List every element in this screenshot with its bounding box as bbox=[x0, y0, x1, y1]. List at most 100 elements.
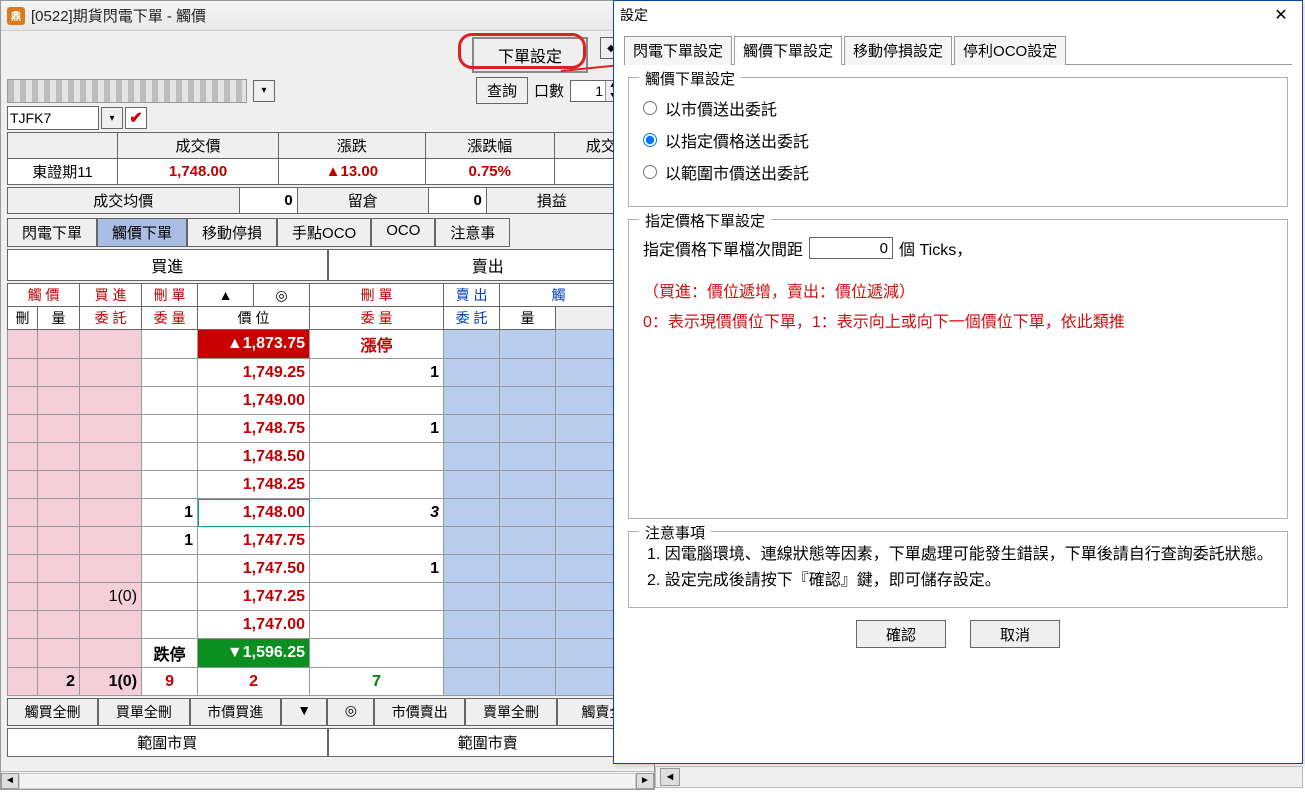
note-2: 2. 設定完成後請按下『確認』鍵，即可儲存設定。 bbox=[647, 568, 1273, 594]
query-button[interactable]: 查詢 bbox=[476, 77, 528, 104]
ladder-row[interactable]: 1,747.00 bbox=[8, 611, 660, 639]
col-trigger-price: 觸 價 bbox=[8, 284, 80, 307]
buy-header[interactable]: 買進 bbox=[7, 249, 328, 281]
btn-center-icon[interactable]: ◎ bbox=[327, 698, 374, 726]
symbol-name-header bbox=[8, 133, 118, 159]
note-1: 1. 因電腦環境、連線狀態等因素，下單處理可能發生錯誤，下單後請自行查詢委託狀態… bbox=[647, 542, 1273, 568]
dlg-tab-trigger[interactable]: 觸價下單設定 bbox=[734, 36, 842, 65]
hint-text-1: （買進：價位遞增，賣出：價位遞減） bbox=[643, 278, 1273, 302]
col-del: 刪 bbox=[8, 307, 38, 330]
col-price: 價 位 bbox=[198, 307, 310, 330]
ladder-row[interactable]: 1(0)1,747.25 bbox=[8, 583, 660, 611]
qty-input[interactable] bbox=[571, 81, 605, 101]
cancel-button[interactable]: 取消 bbox=[970, 620, 1060, 648]
qty-label: 口數 bbox=[534, 80, 564, 101]
radio-market[interactable]: 以市價送出委託 bbox=[643, 96, 1273, 120]
col-del-qty2: 委 量 bbox=[310, 307, 444, 330]
radio-limit-input[interactable] bbox=[643, 133, 657, 147]
ladder-row[interactable]: 1,748.25 bbox=[8, 471, 660, 499]
tab-flash[interactable]: 閃電下單 bbox=[7, 218, 97, 247]
col-s-qty: 量 bbox=[500, 307, 556, 330]
col-qty: 量 bbox=[38, 307, 80, 330]
radio-limit[interactable]: 以指定價格送出委託 bbox=[643, 128, 1273, 152]
dlg-tab-flash[interactable]: 閃電下單設定 bbox=[624, 36, 732, 65]
price-ladder: 觸 價 買 進 刪 單 ▲ ◎ 刪 單 賣 出 觸 刪 量 委 託 委 量 價 … bbox=[7, 283, 660, 696]
bottom-scrollbar[interactable]: ◄ bbox=[655, 766, 1303, 788]
scroll-left-icon[interactable]: ◄ bbox=[1, 773, 19, 789]
col-up[interactable]: ▲ bbox=[198, 284, 254, 307]
ticks-label-post: 個 Ticks， bbox=[899, 236, 972, 260]
close-icon[interactable]: ✕ bbox=[1266, 4, 1296, 26]
btn-del-all-trigger-buy[interactable]: 觸買全刪 bbox=[7, 698, 98, 726]
app-icon: 鼎 bbox=[7, 7, 25, 25]
btn-down-icon[interactable]: ▼ bbox=[281, 698, 328, 726]
group2-title: 指定價格下單設定 bbox=[639, 210, 771, 231]
quote-table: 成交價 漲跌 漲跌幅 成交 東證期11 1,748.00 ▲13.00 0.75… bbox=[7, 132, 648, 185]
btn-del-all-buy[interactable]: 買單全刪 bbox=[98, 698, 189, 726]
ladder-row[interactable]: 1,749.00 bbox=[8, 387, 660, 415]
ladder-row[interactable]: 1,748.751 bbox=[8, 415, 660, 443]
order-settings-button[interactable]: 下單設定 bbox=[472, 37, 588, 73]
window-title: [0522]期貨閃電下單 - 觸價 bbox=[31, 5, 206, 26]
pos-cell: 0 bbox=[428, 188, 486, 214]
ladder-row[interactable]: 1,749.251 bbox=[8, 359, 660, 387]
tab-manual-oco[interactable]: 手點OCO bbox=[277, 218, 371, 247]
ok-button[interactable]: 確認 bbox=[856, 620, 946, 648]
col-buy-order: 委 託 bbox=[80, 307, 142, 330]
notice-groupbox: 注意事項 1. 因電腦環境、連線狀態等因素，下單處理可能發生錯誤，下單後請自行查… bbox=[628, 531, 1288, 608]
btn-range-sell[interactable]: 範圍市賣 bbox=[328, 728, 649, 757]
tab-trail[interactable]: 移動停損 bbox=[187, 218, 277, 247]
ladder-row[interactable]: ▲1,873.75漲停 bbox=[8, 330, 660, 359]
change-header: 漲跌 bbox=[279, 133, 426, 159]
ladder-row[interactable]: 11,748.003 bbox=[8, 499, 660, 527]
tab-oco[interactable]: OCO bbox=[371, 218, 435, 247]
account-dropdown-icon[interactable]: ▾ bbox=[253, 80, 275, 102]
horizontal-scrollbar[interactable]: ◄ ► bbox=[1, 771, 654, 789]
col-sell: 賣 出 bbox=[444, 284, 500, 307]
pnl-header: 損益 bbox=[486, 188, 617, 214]
price-cell: 1,748.00 bbox=[118, 159, 279, 185]
btn-del-all-sell[interactable]: 賣單全刪 bbox=[465, 698, 556, 726]
symbol-input[interactable] bbox=[7, 106, 99, 130]
radio-range[interactable]: 以範圍市價送出委託 bbox=[643, 160, 1273, 184]
avg-cell: 0 bbox=[239, 188, 297, 214]
limit-price-groupbox: 指定價格下單設定 指定價格下單檔次間距 個 Ticks， （買進：價位遞增，賣出… bbox=[628, 219, 1288, 519]
col-center[interactable]: ◎ bbox=[254, 284, 310, 307]
tab-notice[interactable]: 注意事 bbox=[435, 218, 510, 247]
btn-range-buy[interactable]: 範圍市買 bbox=[7, 728, 328, 757]
col-buy: 買 進 bbox=[80, 284, 142, 307]
ladder-row[interactable]: 11,747.75 bbox=[8, 527, 660, 555]
ladder-row[interactable]: 1,748.50 bbox=[8, 443, 660, 471]
btn-market-sell[interactable]: 市價賣出 bbox=[374, 698, 465, 726]
avg-header: 成交均價 bbox=[8, 188, 240, 214]
symbol-dropdown-icon[interactable]: ▾ bbox=[101, 107, 123, 129]
dlg-tab-oco[interactable]: 停利OCO設定 bbox=[954, 36, 1066, 65]
changepct-header: 漲跌幅 bbox=[425, 133, 554, 159]
radio-market-input[interactable] bbox=[643, 101, 657, 115]
titlebar: 鼎 [0522]期貨閃電下單 - 觸價 bbox=[1, 1, 654, 31]
symbol-confirm-icon[interactable]: ✔ bbox=[125, 107, 147, 129]
hint-text-2: 0：表示現價價位下單，1：表示向上或向下一個價位下單，依此類推 bbox=[643, 308, 1273, 332]
change-cell: ▲13.00 bbox=[279, 159, 426, 185]
dialog-tabs: 閃電下單設定 觸價下單設定 移動停損設定 停利OCO設定 bbox=[624, 35, 1292, 65]
ladder-row[interactable]: 跌停▼1,596.25 bbox=[8, 639, 660, 668]
dlg-tab-trail[interactable]: 移動停損設定 bbox=[844, 36, 952, 65]
scroll-right-icon[interactable]: ► bbox=[636, 773, 654, 789]
btn-market-buy[interactable]: 市價買進 bbox=[190, 698, 281, 726]
col-del-order2: 刪 單 bbox=[310, 284, 444, 307]
col-del-qty: 委 量 bbox=[142, 307, 198, 330]
bottom-scroll-left-icon[interactable]: ◄ bbox=[660, 768, 680, 786]
col-del-order: 刪 單 bbox=[142, 284, 198, 307]
tab-trigger[interactable]: 觸價下單 bbox=[97, 218, 187, 247]
dialog-title: 設定 bbox=[620, 5, 648, 25]
sell-header[interactable]: 賣出 bbox=[328, 249, 649, 281]
col-s-trigger: 觸 bbox=[500, 284, 618, 307]
ticks-input[interactable] bbox=[809, 237, 893, 259]
ladder-row[interactable]: 1,747.501 bbox=[8, 555, 660, 583]
group1-title: 觸價下單設定 bbox=[639, 68, 741, 89]
changepct-cell: 0.75% bbox=[425, 159, 554, 185]
position-table: 成交均價 0 留倉 0 損益 bbox=[7, 187, 648, 214]
radio-range-input[interactable] bbox=[643, 165, 657, 179]
ticks-label-pre: 指定價格下單檔次間距 bbox=[643, 236, 803, 260]
account-selector[interactable] bbox=[7, 79, 247, 103]
